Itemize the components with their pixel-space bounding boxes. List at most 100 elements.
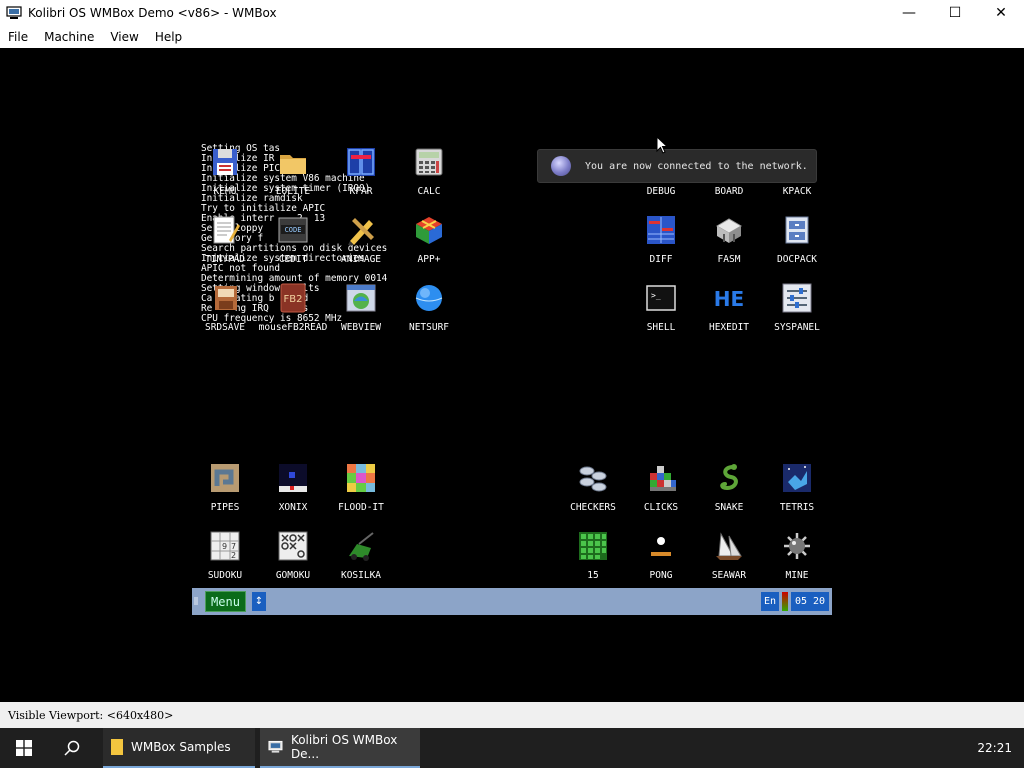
desktop-icon-syspanel[interactable]: SYSPANEL <box>763 282 831 344</box>
mosaic-icon <box>347 464 375 492</box>
maximize-button[interactable]: ☐ <box>932 0 978 26</box>
menu-machine[interactable]: Machine <box>36 30 102 44</box>
search-icon <box>64 740 80 756</box>
desktop-icon-mine[interactable]: MINE <box>763 530 831 592</box>
desktop-icon-hexedit[interactable]: HE HEXEDIT <box>695 282 763 344</box>
checkers-icon <box>579 466 607 492</box>
svg-text:>_: >_ <box>651 291 661 300</box>
desktop-icon-docpack[interactable]: DOCPACK <box>763 214 831 276</box>
status-led <box>782 592 788 611</box>
desktop-icon-kfar[interactable]: KFAR <box>327 146 395 208</box>
minimize-button[interactable]: — <box>886 0 932 26</box>
window-titlebar: Kolibri OS WMBox Demo <v86> - WMBox — ☐ … <box>0 0 1024 26</box>
menu-view[interactable]: View <box>102 30 146 44</box>
window-title: Kolibri OS WMBox Demo <v86> - WMBox <box>28 6 277 20</box>
keyboard-layout-indicator[interactable]: En <box>761 592 779 611</box>
code-icon: CODE <box>278 217 308 243</box>
desktop-icon-kemu[interactable]: KEMU <box>191 146 259 208</box>
desktop-icon-fasm[interactable]: FASM <box>695 214 763 276</box>
lawnmower-icon <box>349 532 374 561</box>
desktop-icon-tetris[interactable]: TETRIS <box>763 462 831 524</box>
gomoku-icon <box>278 531 308 561</box>
floppy-icon <box>213 149 237 175</box>
desktop-icon-kosilka[interactable]: KOSILKA <box>327 530 395 592</box>
taskbar-item-label: WMBox Samples <box>131 740 231 754</box>
fifteen-icon <box>579 532 607 560</box>
browser-icon <box>346 284 376 312</box>
svg-text:CODE: CODE <box>285 226 302 234</box>
desktop-icon-checkers[interactable]: CHECKERS <box>559 462 627 524</box>
menu-help[interactable]: Help <box>147 30 190 44</box>
desktop-icon-webview[interactable]: WEBVIEW <box>327 282 395 344</box>
icon-label: CALC <box>417 186 441 197</box>
app-icon <box>6 6 22 19</box>
desktop-icon-clicks[interactable]: CLICKS <box>627 462 695 524</box>
disk-save-icon <box>215 286 237 310</box>
desktop-icon-flood-it[interactable]: FLOOD-IT <box>327 462 395 524</box>
diff-icon <box>647 216 675 244</box>
guest-taskbar: Menu ↕ En 05 20 <box>192 588 832 615</box>
desktop-icon-netsurf[interactable]: NETSURF <box>395 282 463 344</box>
desktop-icon-pipes[interactable]: PIPES <box>191 462 259 524</box>
desktop-icon-animage[interactable]: ANIMAGE <box>327 214 395 276</box>
desktop-icon-shell[interactable]: >_ SHELL <box>627 282 695 344</box>
app-icon <box>268 740 283 753</box>
desktop-icon-calc[interactable]: CALC <box>395 146 463 208</box>
terminal-icon: >_ <box>646 285 676 311</box>
desktop-icon-snake[interactable]: SNAKE <box>695 462 763 524</box>
svg-text:FB2: FB2 <box>284 294 303 305</box>
icon-label: TETRIS <box>779 502 815 513</box>
pong-icon <box>651 537 671 556</box>
desktop-icon-cedit[interactable]: CODE CEDIT <box>259 214 327 276</box>
desktop-icon-tinypad[interactable]: TINYPAD <box>191 214 259 276</box>
host-clock[interactable]: 22:21 <box>977 728 1012 768</box>
viewport-statusbar: Visible Viewport: <640x480> <box>0 702 1024 728</box>
emulator-viewport[interactable]: Setting OS tas Initialize IR Initialize PI… <box>0 48 1024 702</box>
host-taskbar: WMBox Samples Kolibri OS WMBox De... 22:… <box>0 728 1024 768</box>
icon-label: NETSURF <box>408 322 450 333</box>
menu-file[interactable]: File <box>0 30 36 44</box>
start-button[interactable] <box>0 728 48 768</box>
assembler-icon <box>716 218 742 243</box>
search-button[interactable] <box>48 728 96 768</box>
kfar-icon <box>347 148 375 176</box>
taskbar-handle[interactable] <box>194 597 198 605</box>
desktop-icon-sudoku[interactable]: 972 SUDOKU <box>191 530 259 592</box>
desktop-icon-eolite[interactable]: EOLITE <box>259 146 327 208</box>
svg-text:9: 9 <box>222 542 227 551</box>
taskbar-item-kolibri[interactable]: Kolibri OS WMBox De... <box>260 728 420 768</box>
folder-icon <box>280 155 306 174</box>
desktop-icon-fb2read[interactable]: FB2 mouseFB2READ <box>259 282 327 344</box>
icon-label: MINE <box>785 570 809 581</box>
book-icon: FB2 <box>280 283 306 313</box>
taskbar-item-wmbox-samples[interactable]: WMBox Samples <box>103 728 255 768</box>
svg-text:7: 7 <box>231 542 236 551</box>
icon-label: KPACK <box>782 186 812 197</box>
guest-menu-button[interactable]: Menu <box>205 591 246 612</box>
sudoku-icon: 9 72 <box>210 531 240 561</box>
desktop-icon-seawar[interactable]: SEAWAR <box>695 530 763 592</box>
desktop-icon-xonix[interactable]: XONIX <box>259 462 327 524</box>
hex-icon: HE <box>714 287 744 311</box>
desktop-icon-gomoku[interactable]: GOMOKU <box>259 530 327 592</box>
window-switch-button[interactable]: ↕ <box>252 592 266 611</box>
network-notification[interactable]: You are now connected to the network. <box>537 149 817 183</box>
desktop-icon-diff[interactable]: DIFF <box>627 214 695 276</box>
sliders-icon <box>782 283 812 313</box>
calculator-icon <box>415 148 443 176</box>
tetris-icon <box>783 464 811 492</box>
blocks-icon <box>650 466 676 491</box>
xonix-icon <box>279 464 307 492</box>
svg-text:2: 2 <box>231 551 236 560</box>
taskbar-item-label: Kolibri OS WMBox De... <box>290 733 398 761</box>
notepad-icon <box>213 216 240 244</box>
icon-label: KOSILKA <box>340 570 382 581</box>
icon-label: DOCPACK <box>776 254 818 265</box>
desktop-icon-appplus[interactable]: APP+ <box>395 214 463 276</box>
svg-text:HE: HE <box>714 287 744 311</box>
desktop-icon-srdsave[interactable]: SRDSAVE <box>191 282 259 344</box>
desktop-icon-pong[interactable]: PONG <box>627 530 695 592</box>
desktop-icon-15[interactable]: 15 <box>559 530 627 592</box>
close-button[interactable]: ✕ <box>978 0 1024 26</box>
windows-logo-icon <box>16 740 32 756</box>
